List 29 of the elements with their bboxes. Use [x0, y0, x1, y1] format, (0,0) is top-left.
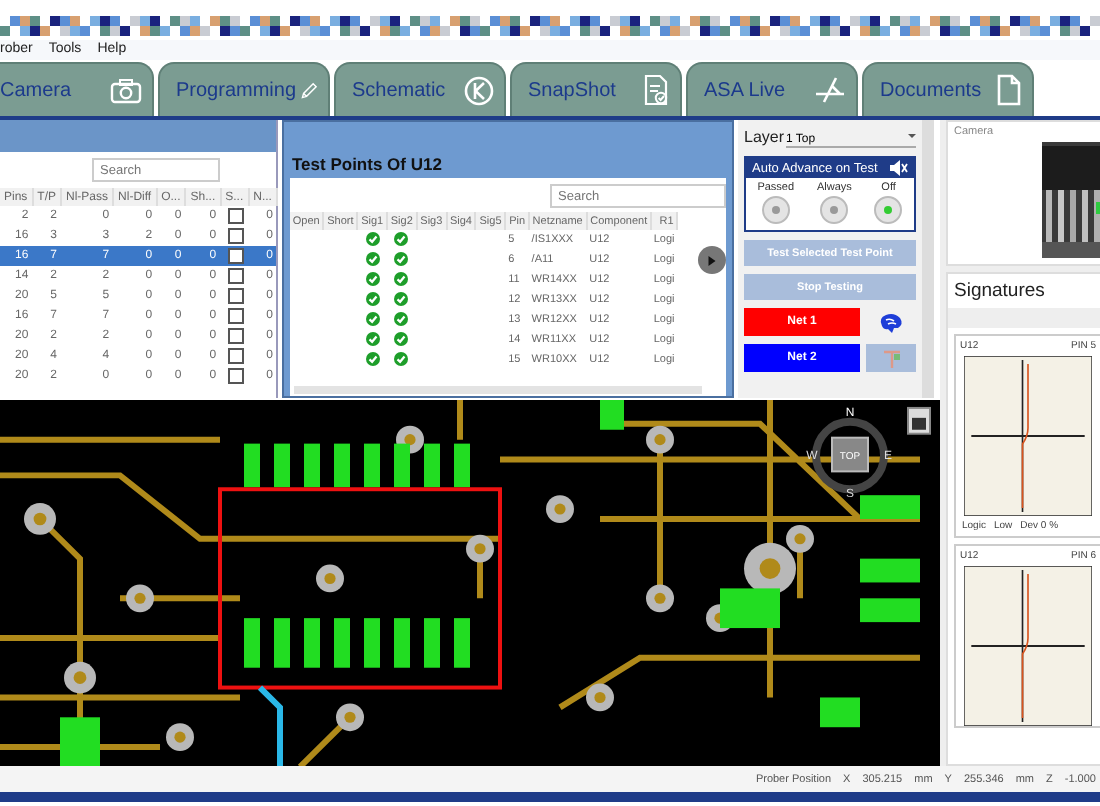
speaker-icon[interactable]	[890, 160, 908, 176]
panel-title: Test Points Of U12	[292, 154, 444, 174]
checkbox[interactable]	[228, 348, 245, 364]
scroll-right-button[interactable]	[698, 246, 726, 274]
checkbox[interactable]	[228, 368, 245, 384]
layer-view-icon[interactable]	[907, 406, 931, 434]
checkbox[interactable]	[228, 328, 245, 344]
checkbox[interactable]	[228, 228, 245, 244]
checkbox[interactable]	[228, 208, 245, 224]
tab[interactable]: ASA Live	[686, 62, 858, 116]
tab[interactable]: Schematic	[334, 62, 506, 116]
tab[interactable]: SnapShot	[510, 62, 682, 116]
scrollbar[interactable]	[294, 385, 702, 394]
checkbox[interactable]	[228, 308, 245, 324]
triangle-icon	[708, 255, 716, 265]
crossed-line-icon	[814, 76, 846, 104]
checkbox[interactable]	[228, 248, 245, 264]
camera-icon	[110, 77, 142, 103]
panel-title: Signatures	[952, 278, 1047, 302]
checkbox[interactable]	[228, 268, 245, 284]
tab[interactable]: Documents	[862, 62, 1034, 116]
tab[interactable]: Camera	[0, 62, 154, 116]
caret-icon	[908, 134, 916, 138]
document-icon	[996, 74, 1022, 106]
layer-label: Layer	[744, 128, 785, 146]
document-check-icon	[642, 74, 670, 106]
checkbox[interactable]	[228, 288, 245, 304]
circled-chevron-icon	[464, 75, 494, 105]
tab[interactable]: Programming	[158, 62, 330, 116]
